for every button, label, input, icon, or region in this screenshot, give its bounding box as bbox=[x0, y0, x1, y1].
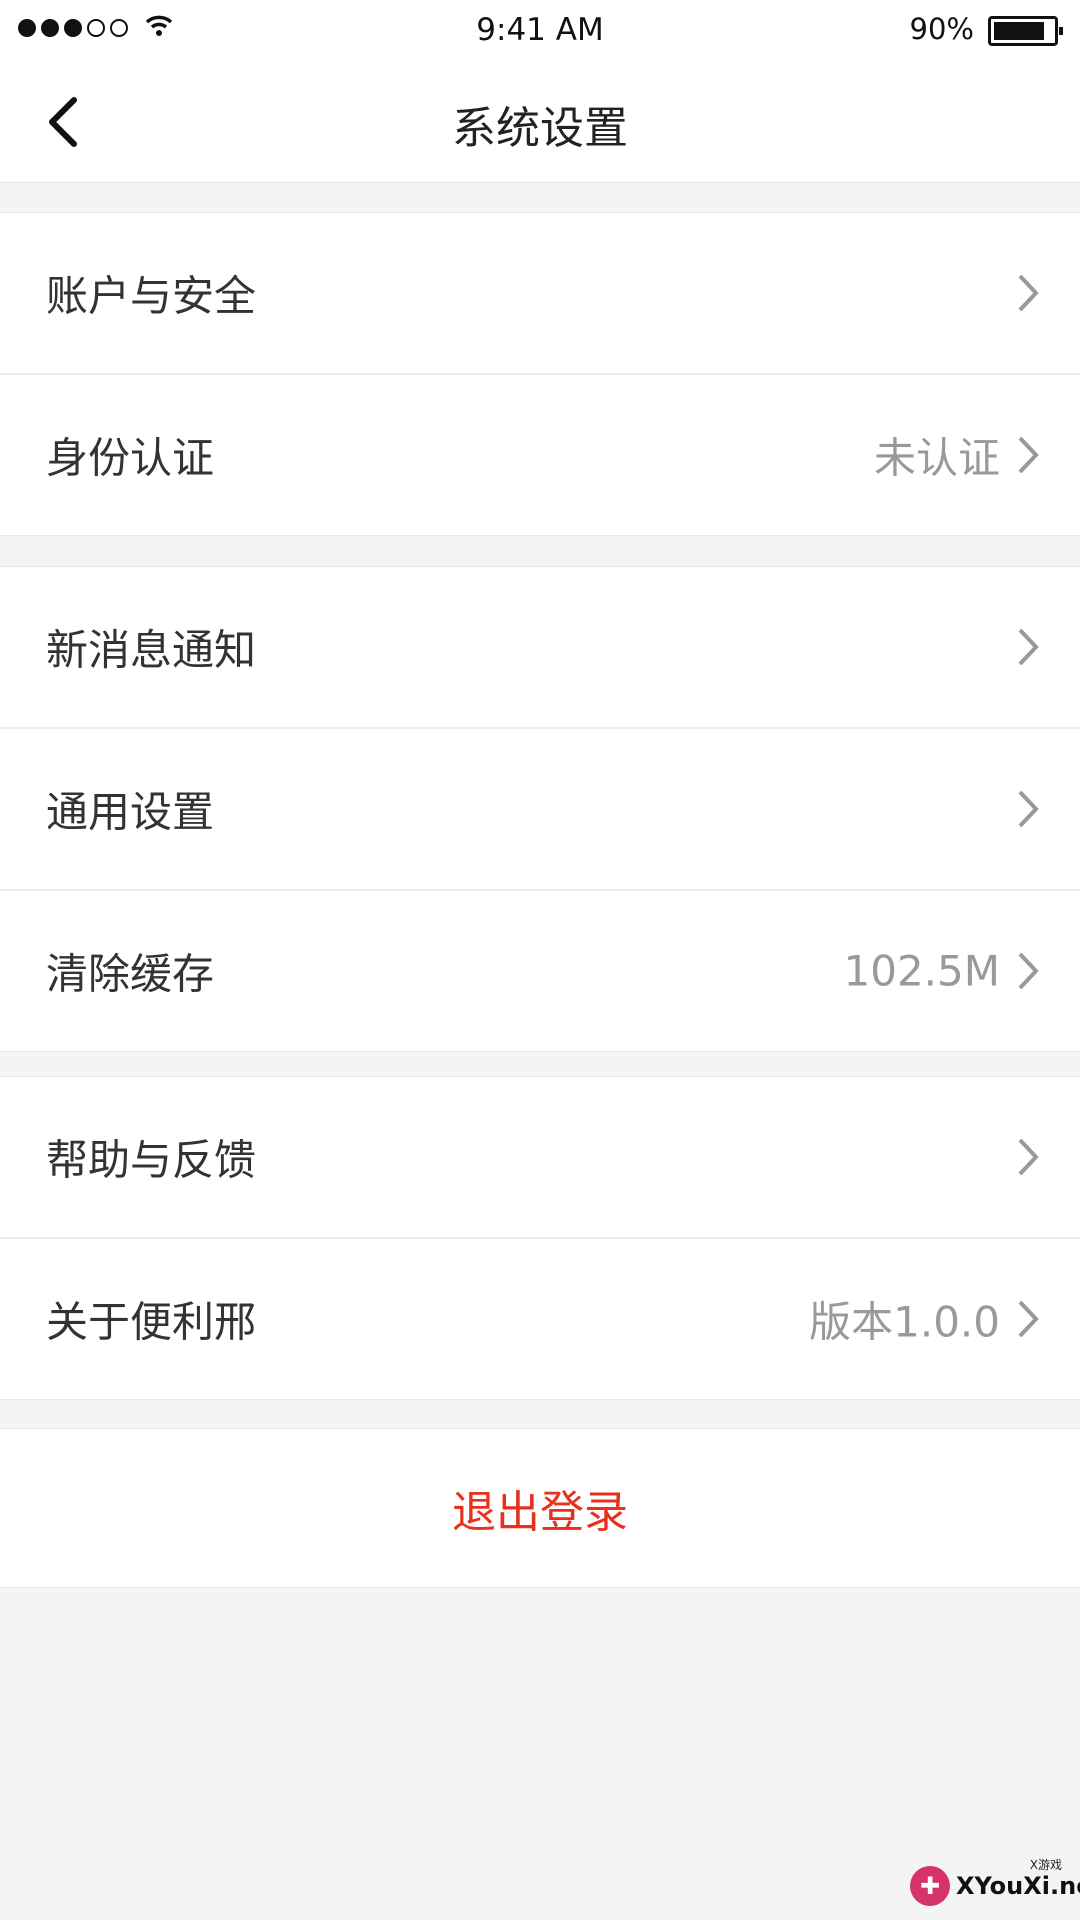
nav-bar: 系统设置 bbox=[0, 58, 1080, 183]
watermark-small-text: X游戏 bbox=[1029, 1858, 1062, 1872]
settings-item-label: 通用设置 bbox=[46, 787, 215, 837]
battery-percent: 90% bbox=[909, 12, 974, 46]
settings-item-help-feedback[interactable]: 帮助与反馈 bbox=[0, 1077, 1080, 1237]
settings-item-general-settings[interactable]: 通用设置 bbox=[0, 727, 1080, 889]
chevron-right-icon bbox=[1018, 436, 1039, 474]
chevron-right-icon bbox=[1018, 274, 1039, 312]
status-bar: 9:41 AM 90% bbox=[0, 0, 1080, 58]
chevron-right-icon bbox=[1018, 628, 1039, 666]
settings-item-clear-cache[interactable]: 清除缓存 102.5M bbox=[0, 889, 1080, 1051]
page-title: 系统设置 bbox=[452, 103, 628, 154]
settings-item-label: 身份认证 bbox=[46, 433, 215, 483]
settings-item-label: 清除缓存 bbox=[46, 949, 215, 999]
settings-group-about: 帮助与反馈 关于便利邢 版本1.0.0 bbox=[0, 1076, 1080, 1400]
settings-item-notifications[interactable]: 新消息通知 bbox=[0, 567, 1080, 727]
settings-group-account: 账户与安全 身份认证 未认证 bbox=[0, 212, 1080, 536]
settings-item-value: 102.5M bbox=[843, 946, 1000, 996]
settings-item-label: 关于便利邢 bbox=[46, 1297, 257, 1347]
settings-item-account-security[interactable]: 账户与安全 bbox=[0, 213, 1080, 373]
chevron-right-icon bbox=[1018, 952, 1039, 990]
battery-icon bbox=[988, 16, 1063, 46]
settings-item-about[interactable]: 关于便利邢 版本1.0.0 bbox=[0, 1237, 1080, 1399]
settings-item-value: 未认证 bbox=[873, 433, 1000, 483]
logout-group: 退出登录 bbox=[0, 1428, 1080, 1588]
gamepad-icon: ✚ bbox=[910, 1866, 950, 1906]
watermark-logo: ✚ X游戏 XYouXi.net bbox=[910, 1856, 1080, 1912]
settings-item-value: 版本1.0.0 bbox=[809, 1297, 1000, 1347]
settings-group-general: 新消息通知 通用设置 清除缓存 102.5M bbox=[0, 566, 1080, 1052]
chevron-right-icon bbox=[1018, 1300, 1039, 1338]
settings-item-identity-verification[interactable]: 身份认证 未认证 bbox=[0, 373, 1080, 535]
chevron-right-icon bbox=[1018, 790, 1039, 828]
settings-item-label: 账户与安全 bbox=[46, 271, 257, 321]
settings-item-label: 新消息通知 bbox=[46, 625, 257, 675]
settings-item-label: 帮助与反馈 bbox=[46, 1135, 257, 1185]
chevron-right-icon bbox=[1018, 1138, 1039, 1176]
logout-button[interactable]: 退出登录 bbox=[0, 1429, 1080, 1587]
watermark-text: XYouXi.net bbox=[956, 1872, 1080, 1900]
